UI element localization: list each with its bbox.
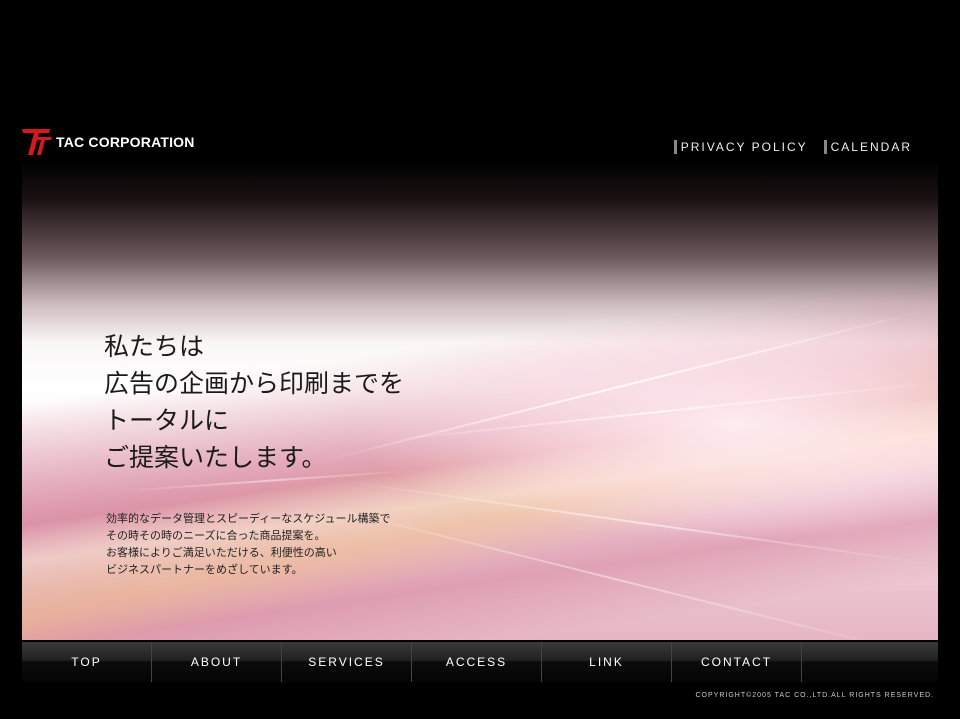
- description-line: 効率的なデータ管理とスピーディーなスケジュール構築で: [106, 512, 391, 525]
- nav-contact[interactable]: Contact: [672, 642, 802, 682]
- hero-banner: 私たちは 広告の企画から印刷までを トータルに ご提案いたします。 効率的なデー…: [22, 160, 938, 640]
- headline-line: 広告の企画から印刷までを: [104, 369, 405, 398]
- calendar-link[interactable]: Calendar: [823, 140, 912, 154]
- light-streak: [321, 310, 924, 462]
- light-streak: [301, 500, 924, 640]
- privacy-policy-label: Privacy policy: [680, 140, 808, 154]
- nav-services[interactable]: Services: [282, 642, 412, 682]
- headline-line: 私たちは: [104, 332, 205, 361]
- nav-access[interactable]: Access: [412, 642, 542, 682]
- company-name: TAC CORPORATION: [56, 134, 195, 150]
- copyright-notice: Copyright©2005 TAC Co.,Ltd.All Rights Re…: [695, 692, 934, 699]
- company-logo[interactable]: TAC CORPORATION: [22, 128, 195, 156]
- description-line: お客様によりご満足いただける、利便性の高い: [106, 546, 337, 559]
- hero-headline: 私たちは 広告の企画から印刷までを トータルに ご提案いたします。: [104, 328, 404, 476]
- description-line: その時その時のニーズに合った商品提案を。: [106, 529, 326, 542]
- nav-top[interactable]: Top: [22, 642, 152, 682]
- link-divider: [673, 140, 677, 154]
- description-line: ビジネスパートナーをめざしています。: [106, 563, 303, 576]
- headline-line: ご提案いたします。: [104, 443, 327, 472]
- tac-logo-icon: [22, 129, 52, 155]
- nav-about[interactable]: About: [152, 642, 282, 682]
- utility-links: Privacy policy Calendar: [673, 140, 912, 154]
- light-streak: [341, 480, 937, 566]
- link-divider: [823, 140, 827, 154]
- calendar-label: Calendar: [830, 140, 912, 154]
- light-streak: [381, 381, 938, 442]
- privacy-policy-link[interactable]: Privacy policy: [673, 140, 808, 154]
- main-nav: Top About Services Access Link Contact: [22, 642, 938, 682]
- headline-line: トータルに: [104, 406, 230, 435]
- nav-link[interactable]: Link: [542, 642, 672, 682]
- hero-description: 効率的なデータ管理とスピーディーなスケジュール構築で その時その時のニーズに合っ…: [106, 510, 390, 578]
